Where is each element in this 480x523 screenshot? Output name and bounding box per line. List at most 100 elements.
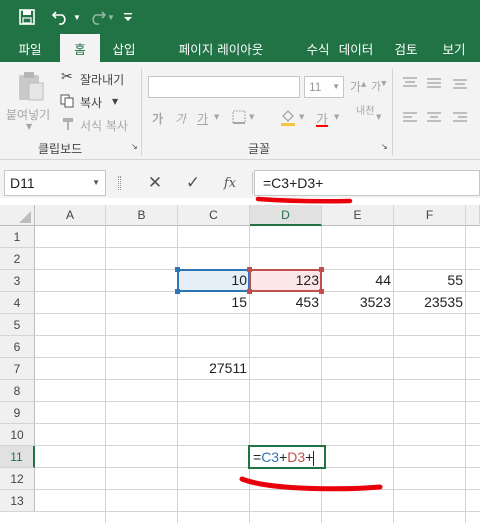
undo-dropdown-icon[interactable]: ▼ [72,6,82,28]
decrease-font-icon[interactable]: 가▼ [371,78,387,94]
name-box-value: D11 [10,175,35,191]
border-icon[interactable] [232,110,246,129]
edit-ref-d3: D3 [287,449,306,465]
align-top-icon[interactable] [402,76,418,95]
bold-icon[interactable]: 가 [152,110,163,127]
paste-button-label[interactable]: 붙여넣기 [6,106,50,123]
row-header-12[interactable]: 12 [0,468,35,490]
tab-review[interactable]: 검토 [384,34,428,62]
fill-color-dropdown-icon[interactable]: ▼ [299,113,304,121]
column-header-a[interactable]: A [35,205,106,226]
worksheet-grid[interactable]: A B C D E F 1 2 3 4 5 6 7 8 9 10 11 12 1… [0,205,480,523]
font-color-icon[interactable]: 가 [316,109,328,128]
underline-icon[interactable]: 가 [197,110,208,127]
select-all-corner[interactable] [0,205,35,226]
fill-color-icon[interactable] [280,108,296,131]
row-header-8[interactable]: 8 [0,380,35,402]
phonetic-guide-icon[interactable]: 내천 [356,106,374,117]
font-size-value: 11 [309,80,322,94]
row-header-11[interactable]: 11 [0,446,35,468]
check-icon[interactable]: ✓ [178,170,208,196]
formula-bar-grip[interactable] [118,176,121,190]
gridline [35,247,480,248]
italic-icon[interactable]: 가 [175,110,186,127]
group-separator [141,68,142,156]
font-launcher-icon[interactable]: ↘ [381,142,388,151]
column-header-b[interactable]: B [106,205,178,226]
row-header-1[interactable]: 1 [0,226,35,248]
tab-insert[interactable]: 삽입 [102,34,146,62]
paste-icon[interactable] [16,70,46,102]
align-center-icon[interactable] [426,111,442,130]
font-size-dropdown[interactable]: 11 ▼ [304,76,344,98]
redo-dropdown-icon[interactable]: ▼ [106,6,116,28]
copy-dropdown-icon[interactable]: ▼ [112,97,118,106]
cut-button-label[interactable]: 잘라내기 [80,71,124,88]
save-icon[interactable] [16,6,38,28]
column-header-e[interactable]: E [322,205,394,226]
tab-page-layout[interactable]: 페이지 레이아웃 [156,34,286,62]
cell-d4[interactable]: 453 [250,291,322,313]
format-painter-label[interactable]: 서식 복사 [80,117,128,134]
customize-qat-icon[interactable] [121,6,135,28]
column-header-d[interactable]: D [250,205,322,226]
gridline [35,401,480,402]
ribbon-home: 붙여넣기 ▼ ✂ 잘라내기 복사 ▼ 서식 복사 클립보드 ↘ 11 ▼ 가▲ … [0,62,480,160]
cell-f3[interactable]: 55 [394,269,466,291]
undo-icon[interactable] [50,6,72,28]
edit-equals: = [253,449,262,465]
phonetic-dropdown-icon[interactable]: ▼ [376,113,381,121]
active-cell-d11[interactable]: =C3+D3+ [248,445,326,469]
row-header-5[interactable]: 5 [0,314,35,336]
cell-c3[interactable]: 10 [178,269,250,291]
tab-data[interactable]: 데이터 [324,34,388,62]
increase-font-icon[interactable]: 가▲ [350,78,366,95]
chevron-down-icon[interactable]: ▼ [92,171,100,195]
font-group-label: 글꼴 [248,142,271,156]
tab-view[interactable]: 보기 [432,34,476,62]
cell-f4[interactable]: 23535 [394,291,466,313]
cell-e3[interactable]: 44 [322,269,394,291]
align-bottom-icon[interactable] [452,76,468,95]
tab-file[interactable]: 파일 [6,34,54,62]
column-header-g[interactable] [466,205,480,226]
redo-icon[interactable] [86,6,108,28]
row-header-4[interactable]: 4 [0,292,35,314]
font-color-dropdown-icon[interactable]: ▼ [334,113,339,121]
group-separator [392,68,393,156]
row-header-7[interactable]: 7 [0,358,35,380]
cell-c4[interactable]: 15 [178,291,250,313]
paste-dropdown-icon[interactable]: ▼ [26,122,32,131]
border-dropdown-icon[interactable]: ▼ [249,113,254,121]
insert-function-button[interactable]: fx [216,170,244,196]
cell-c7[interactable]: 27511 [178,357,250,379]
copy-button-label[interactable]: 복사 [80,94,102,111]
align-right-icon[interactable] [452,111,468,130]
align-middle-icon[interactable] [426,76,442,95]
align-left-icon[interactable] [402,111,418,130]
tab-home[interactable]: 홈 [60,34,100,62]
column-header-f[interactable]: F [394,205,466,226]
column-header-c[interactable]: C [178,205,250,226]
formula-input[interactable]: =C3+D3+ [254,170,480,196]
gridline [35,313,480,314]
row-header-3[interactable]: 3 [0,270,35,292]
row-header-13[interactable]: 13 [0,490,35,512]
row-header-9[interactable]: 9 [0,402,35,424]
row-header-2[interactable]: 2 [0,248,35,270]
cell-d3[interactable]: 123 [250,269,322,291]
cut-icon[interactable]: ✂ [61,69,73,85]
copy-icon[interactable] [60,94,74,113]
underline-dropdown-icon[interactable]: ▼ [214,113,219,121]
row-header-10[interactable]: 10 [0,424,35,446]
chevron-down-icon: ▼ [332,82,340,91]
formula-bar: D11 ▼ ✕ ✓ fx =C3+D3+ [0,168,480,198]
row-header-6[interactable]: 6 [0,336,35,358]
name-box[interactable]: D11 ▼ [4,170,106,196]
cell-e4[interactable]: 3523 [322,291,394,313]
cancel-icon[interactable]: ✕ [140,170,170,196]
format-painter-icon[interactable] [61,117,75,136]
formula-value: =C3+D3+ [263,175,324,191]
font-name-dropdown[interactable] [148,76,300,98]
clipboard-launcher-icon[interactable]: ↘ [131,142,138,151]
